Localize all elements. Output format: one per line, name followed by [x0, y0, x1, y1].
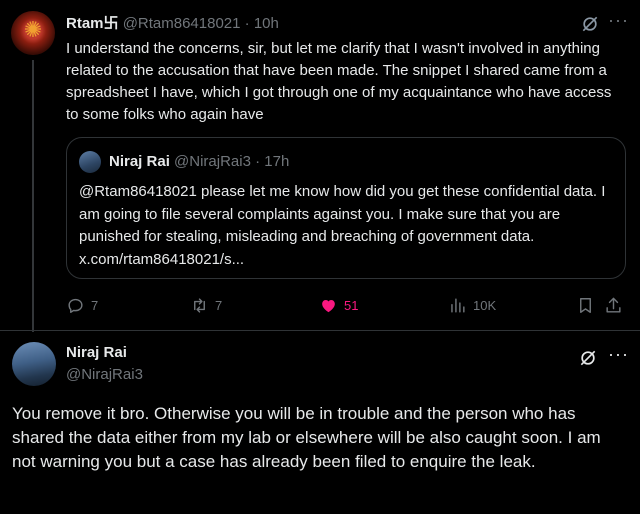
author-name[interactable]: Rtam卐	[66, 15, 119, 32]
more-icon[interactable]: ···	[608, 10, 629, 31]
repost-icon	[194, 298, 205, 313]
bookmark-icon	[580, 298, 591, 313]
reply-text: You remove it bro. Otherwise you will be…	[12, 404, 601, 471]
reply-author-name[interactable]: Niraj Rai	[66, 344, 127, 361]
reply-button[interactable]: 7	[66, 296, 98, 315]
repost-count: 7	[215, 298, 223, 313]
avatar-image: ✺	[23, 17, 43, 42]
reply-avatar[interactable]	[12, 342, 56, 386]
quote-timestamp: 17h	[264, 153, 290, 170]
tweet[interactable]: ✺ Rtam卐 @Rtam86418021 · 10h ··· I unders…	[0, 0, 640, 332]
quote-separator: ·	[255, 153, 261, 170]
grok-icon[interactable]	[578, 348, 598, 368]
more-icon[interactable]: ···	[608, 344, 629, 365]
like-button[interactable]: 51	[319, 296, 358, 315]
timestamp[interactable]: 10h	[254, 15, 279, 32]
quoted-tweet[interactable]: Niraj Rai @NirajRai3 · 17h @Rtam86418021…	[66, 137, 626, 279]
bookmark-button[interactable]	[576, 296, 595, 315]
like-count: 51	[344, 298, 359, 313]
grok-icon[interactable]	[580, 14, 600, 34]
repost-button[interactable]: 7	[190, 296, 222, 315]
quote-header: Niraj Rai @NirajRai3 · 17h	[109, 153, 289, 170]
heart-icon	[322, 299, 335, 313]
share-icon	[606, 297, 621, 313]
quote-avatar[interactable]	[79, 151, 101, 173]
quote-text: @Rtam86418021 please let me know how did…	[79, 183, 606, 268]
separator: ·	[244, 15, 250, 32]
avatar[interactable]: ✺	[11, 11, 55, 55]
share-button[interactable]	[604, 296, 623, 315]
reply-count: 7	[91, 298, 99, 313]
tweet-text: I understand the concerns, sir, but let …	[66, 40, 612, 123]
views-icon	[451, 298, 465, 313]
reply-icon	[68, 298, 83, 313]
thread-line	[32, 60, 34, 332]
view-count: 10K	[473, 298, 497, 313]
reply-author-handle[interactable]: @NirajRai3	[66, 366, 143, 383]
author-handle[interactable]: @Rtam86418021	[123, 15, 241, 32]
quote-author-name: Niraj Rai	[109, 153, 170, 170]
action-bar: 7 7 51 10K	[66, 296, 626, 316]
views-button[interactable]: 10K	[448, 296, 496, 315]
tweet-header: Rtam卐 @Rtam86418021 · 10h	[66, 12, 279, 33]
quote-author-handle: @NirajRai3	[174, 153, 251, 170]
divider	[0, 330, 640, 331]
